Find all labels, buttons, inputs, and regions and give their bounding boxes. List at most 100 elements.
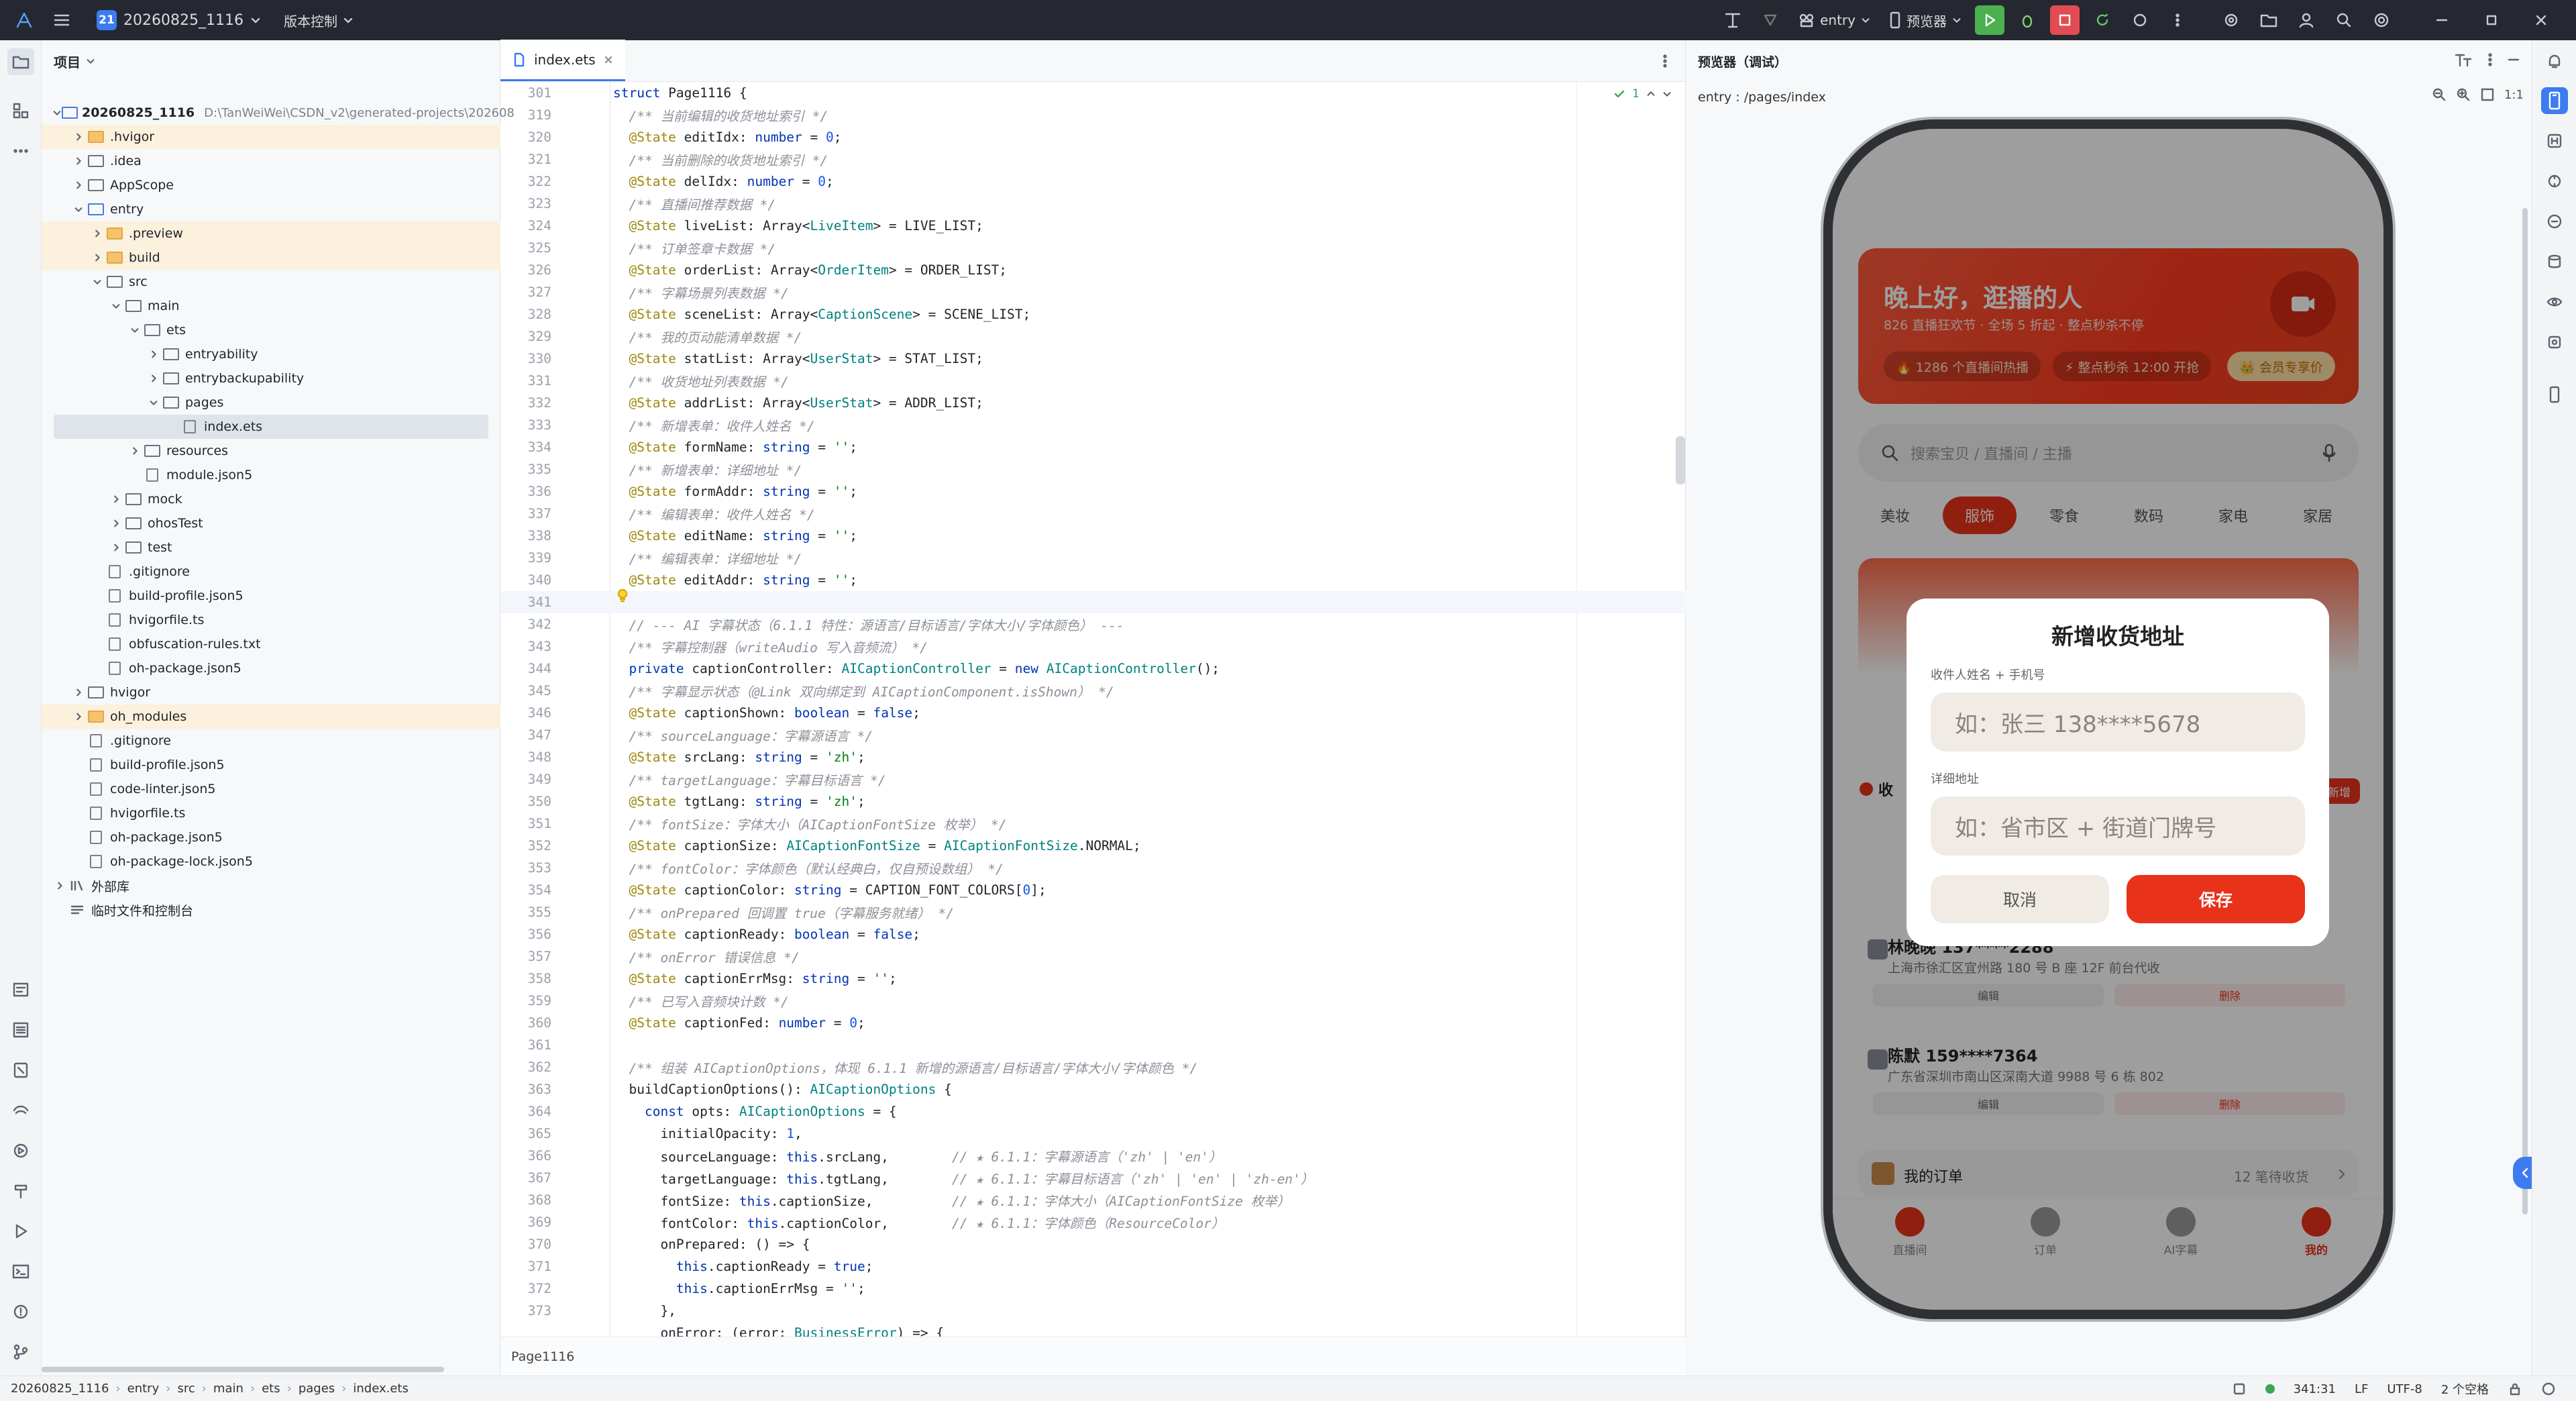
inspection-status-icon[interactable] xyxy=(2232,1382,2247,1396)
database-tool-icon[interactable] xyxy=(2541,248,2568,275)
editor-more-icon[interactable] xyxy=(1658,52,1672,70)
breadcrumb-struct[interactable]: Page1116 xyxy=(511,1349,574,1364)
run-icon[interactable] xyxy=(1975,5,2004,35)
code-line[interactable]: 368 fontSize: this.captionSize, // ★ 6.1… xyxy=(500,1189,1686,1211)
chevron-right-icon[interactable] xyxy=(127,446,142,456)
tree-item[interactable]: index.ets xyxy=(42,415,500,439)
main-menu-icon[interactable] xyxy=(47,5,76,35)
tree-item[interactable]: entrybackupability xyxy=(42,366,500,391)
code-area[interactable]: 301 struct Page1116 {319 /** 当前编辑的收货地址索引 … xyxy=(500,82,1686,1337)
tree-item[interactable]: .idea xyxy=(42,149,500,173)
terminal-tool-icon[interactable] xyxy=(7,1258,34,1285)
tree-item[interactable]: mock xyxy=(42,487,500,511)
code-line[interactable]: 360 @State captionFed: number = 0; xyxy=(500,1012,1686,1034)
code-line[interactable]: 372 this.captionErrMsg = ''; xyxy=(500,1278,1686,1300)
tree-item[interactable]: hvigorfile.ts xyxy=(42,801,500,825)
chevron-up-icon[interactable] xyxy=(1646,89,1656,99)
device-manager-icon[interactable] xyxy=(2254,5,2284,35)
tree-item[interactable]: build xyxy=(42,246,500,270)
copilot-tool-icon[interactable] xyxy=(2541,208,2568,235)
chevron-down-icon[interactable] xyxy=(146,398,161,407)
code-line[interactable]: 369 fontColor: this.captionColor, // ★ 6… xyxy=(500,1211,1686,1233)
chevron-right-icon[interactable] xyxy=(109,543,123,552)
tree-item[interactable]: pages xyxy=(42,391,500,415)
tree-item[interactable]: module.json5 xyxy=(42,463,500,487)
code-line[interactable]: 337 /** 编辑表单：收件人姓名 */ xyxy=(500,503,1686,525)
code-line[interactable]: 341 xyxy=(500,591,1686,613)
previewer-more-icon[interactable] xyxy=(2484,51,2496,68)
code-line[interactable]: 365 initialOpacity: 1, xyxy=(500,1123,1686,1145)
code-line[interactable]: 362 /** 组装 AICaptionOptions，体现 6.1.1 新增的… xyxy=(500,1056,1686,1078)
tree-item[interactable]: oh-package-lock.json5 xyxy=(42,849,500,874)
code-line[interactable]: 345 /** 字幕显示状态（@Link 双向绑定到 AICaptionComp… xyxy=(500,680,1686,702)
tree-item[interactable]: code-linter.json5 xyxy=(42,777,500,801)
debug-icon[interactable] xyxy=(2012,5,2042,35)
chevron-right-icon[interactable] xyxy=(71,180,86,190)
crumb-item[interactable]: main xyxy=(213,1382,244,1396)
notification-bell-icon[interactable] xyxy=(2541,48,2568,75)
window-close-icon[interactable] xyxy=(2526,5,2556,35)
code-line[interactable]: 353 /** fontColor：字体颜色（默认经典白，仅自预设数组） */ xyxy=(500,857,1686,879)
tree-item[interactable]: 外部库 xyxy=(42,874,500,898)
chevron-right-icon[interactable] xyxy=(146,350,161,359)
tree-item[interactable]: AppScope xyxy=(42,173,500,197)
code-line[interactable]: 347 /** sourceLanguage：字幕源语言 */ xyxy=(500,724,1686,746)
tree-item[interactable]: oh_modules xyxy=(42,705,500,729)
code-line[interactable]: 359 /** 已写入音频块计数 */ xyxy=(500,990,1686,1012)
todo-tool-icon[interactable] xyxy=(7,976,34,1003)
chevron-down-icon[interactable] xyxy=(109,301,123,311)
zoom-out-icon[interactable] xyxy=(2432,87,2447,102)
device-tool-icon[interactable] xyxy=(2541,381,2568,408)
tree-item[interactable]: .preview xyxy=(42,221,500,246)
code-line[interactable]: 321 /** 当前删除的收货地址索引 */ xyxy=(500,148,1686,170)
chevron-right-icon[interactable] xyxy=(109,519,123,528)
run-tool-icon[interactable] xyxy=(7,1218,34,1245)
code-line[interactable]: 344 private captionController: AICaption… xyxy=(500,658,1686,680)
code-line[interactable]: 367 targetLanguage: this.tgtLang, // ★ 6… xyxy=(500,1167,1686,1189)
code-line[interactable]: 322 @State delIdx: number = 0; xyxy=(500,170,1686,193)
search-icon[interactable] xyxy=(2329,5,2359,35)
code-line[interactable]: 340 @State editAddr: string = ''; xyxy=(500,569,1686,591)
code-line[interactable]: 352 @State captionSize: AICaptionFontSiz… xyxy=(500,835,1686,857)
help-icon[interactable] xyxy=(2541,1382,2556,1396)
previewer-tool-icon[interactable] xyxy=(2541,87,2568,114)
chevron-down-icon[interactable] xyxy=(90,277,105,287)
code-line[interactable]: 371 this.captionReady = true; xyxy=(500,1255,1686,1278)
inspection-widget[interactable]: 1 xyxy=(1613,87,1672,101)
more-horizontal-icon[interactable] xyxy=(7,138,34,164)
code-line[interactable]: 350 @State tgtLang: string = 'zh'; xyxy=(500,790,1686,813)
lock-icon[interactable] xyxy=(2508,1382,2522,1396)
code-line[interactable]: 319 /** 当前编辑的收货地址索引 */ xyxy=(500,104,1686,126)
tree-item[interactable]: main xyxy=(42,294,500,318)
code-line[interactable]: onError: (error: BusinessError) => { xyxy=(500,1322,1686,1337)
zoom-one-to-one[interactable]: 1:1 xyxy=(2504,88,2524,102)
chevron-right-icon[interactable] xyxy=(71,132,86,142)
code-line[interactable]: 364 const opts: AICaptionOptions = { xyxy=(500,1100,1686,1123)
chevron-right-icon[interactable] xyxy=(146,374,161,383)
tree-item[interactable]: resources xyxy=(42,439,500,463)
code-line[interactable]: 329 /** 我的页动能清单数据 */ xyxy=(500,325,1686,348)
chevron-right-icon[interactable] xyxy=(109,495,123,504)
chevron-down-icon[interactable] xyxy=(1662,89,1672,99)
code-line[interactable]: 346 @State captionShown: boolean = false… xyxy=(500,702,1686,724)
code-line[interactable]: 351 /** fontSize：字体大小（AICaptionFontSize … xyxy=(500,813,1686,835)
eye-tool-icon[interactable] xyxy=(2541,289,2568,315)
tree-item[interactable]: src xyxy=(42,270,500,294)
code-line[interactable]: 342 // --- AI 字幕状态（6.1.1 特性：源语言/目标语言/字体大… xyxy=(500,613,1686,635)
tab-index-ets[interactable]: index.ets xyxy=(500,40,625,81)
chevron-right-icon[interactable] xyxy=(90,253,105,262)
services-tool-icon[interactable] xyxy=(7,1137,34,1164)
chevron-right-icon[interactable] xyxy=(71,712,86,721)
tree-item[interactable]: hvigor xyxy=(42,680,500,705)
line-separator[interactable]: LF xyxy=(2355,1382,2368,1396)
code-line[interactable]: 336 @State formAddr: string = ''; xyxy=(500,480,1686,503)
stop-icon[interactable] xyxy=(2050,5,2080,35)
tree-item[interactable]: entryability xyxy=(42,342,500,366)
code-line[interactable]: 335 /** 新增表单：详细地址 */ xyxy=(500,458,1686,480)
zoom-in-icon[interactable] xyxy=(2456,87,2471,102)
code-line[interactable]: 349 /** targetLanguage：字幕目标语言 */ xyxy=(500,768,1686,790)
phone-scrollbar[interactable] xyxy=(2522,208,2528,1214)
tree-item[interactable]: test xyxy=(42,535,500,560)
chevron-right-icon[interactable] xyxy=(71,156,86,166)
tree-root[interactable]: 20260825_1116 D:\TanWeiWei\CSDN_v2\genera… xyxy=(42,101,515,125)
